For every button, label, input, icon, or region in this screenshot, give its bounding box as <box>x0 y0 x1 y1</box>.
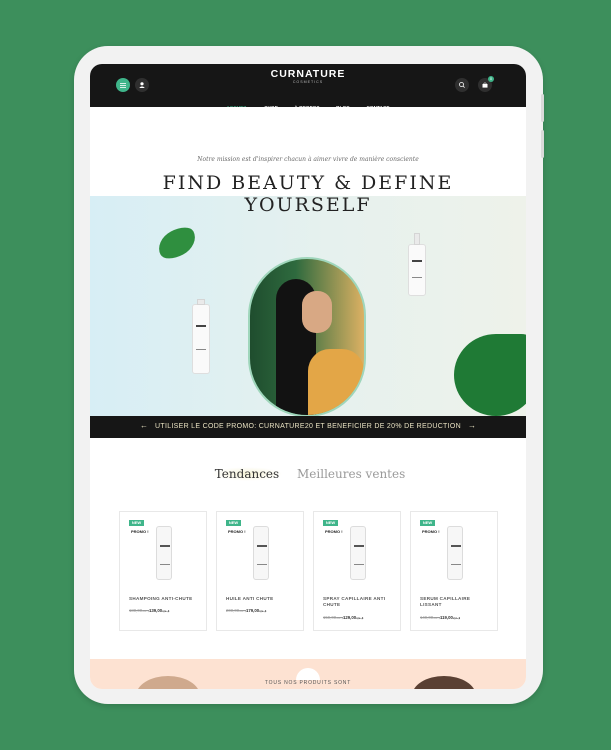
product-old-price: 200,00د.ت <box>226 608 247 613</box>
search-icon[interactable] <box>455 78 469 92</box>
product-old-price: 159,00د.ت <box>323 615 344 620</box>
new-badge: NEW <box>129 520 144 526</box>
product-card[interactable]: NEW PROMO ! SERUM CAPILLAIRE LISSANT 149… <box>410 511 498 631</box>
promo-text: UTILISER LE CODE PROMO: CURNATURE20 ET B… <box>155 423 461 430</box>
bottle-label <box>196 325 206 350</box>
promo-bar: ← UTILISER LE CODE PROMO: CURNATURE20 ET… <box>90 416 526 438</box>
hero-title-line2: YOURSELF <box>244 194 372 216</box>
search-icon-glyph <box>459 82 465 88</box>
tablet-side-button <box>541 94 544 122</box>
new-badge: NEW <box>323 520 338 526</box>
product-name[interactable]: SPRAY CAPILLAIRE ANTI CHUTE <box>323 596 395 608</box>
hero-product-bottle-right <box>408 233 426 296</box>
tab-meilleures-ventes[interactable]: Meilleures ventes <box>297 467 405 481</box>
menu-icon-glyph <box>120 83 126 88</box>
hero-title-line1: FIND BEAUTY & DEFINE <box>162 172 454 194</box>
tablet-side-button <box>541 130 544 158</box>
tab-tendances[interactable]: Tendances <box>210 467 284 481</box>
values-heading: TOUS NOS PRODUITS SONT <box>264 680 352 686</box>
promo-next-arrow-icon[interactable]: → <box>468 421 476 430</box>
product-name[interactable]: HUILE ANTI CHUTE <box>226 596 298 602</box>
user-icon-glyph <box>139 82 145 88</box>
promo-badge: PROMO ! <box>131 529 149 534</box>
product-image[interactable] <box>156 526 172 580</box>
product-image[interactable] <box>350 526 366 580</box>
product-label <box>354 545 364 565</box>
product-name[interactable]: SHAMPOING ANTI-CHUTE <box>129 596 201 602</box>
new-badge: NEW <box>420 520 435 526</box>
hero-model-image <box>248 257 366 417</box>
product-tabs: Tendances Meilleures ventes <box>90 467 526 481</box>
product-card[interactable]: NEW PROMO ! HUILE ANTI CHUTE 200,00د.ت 1… <box>216 511 304 631</box>
product-name[interactable]: SERUM CAPILLAIRE LISSANT <box>420 596 492 608</box>
product-price: 129,00د.ت <box>343 615 364 620</box>
menu-icon[interactable] <box>116 78 130 92</box>
new-badge: NEW <box>226 520 241 526</box>
mission-statement: Notre mission est d'inspirer chacun à ai… <box>197 156 419 163</box>
promo-badge: PROMO ! <box>325 529 343 534</box>
model-face <box>302 291 332 333</box>
product-price: 179,00د.ت <box>246 608 267 613</box>
bottle-cap <box>414 233 420 245</box>
product-card[interactable]: NEW PROMO ! SPRAY CAPILLAIRE ANTI CHUTE … <box>313 511 401 631</box>
promo-badge: PROMO ! <box>228 529 246 534</box>
bottle-cap <box>197 299 205 305</box>
product-card[interactable]: NEW PROMO ! SHAMPOING ANTI-CHUTE 180,00د… <box>119 511 207 631</box>
promo-badge: PROMO ! <box>422 529 440 534</box>
product-old-price: 180,00د.ت <box>129 608 150 613</box>
product-image[interactable] <box>253 526 269 580</box>
hero-title: FIND BEAUTY & DEFINE YOURSELF <box>133 172 483 216</box>
product-image[interactable] <box>447 526 463 580</box>
product-label <box>257 545 267 565</box>
product-price: 139,00د.ت <box>149 608 170 613</box>
product-label <box>160 545 170 565</box>
bottle-label <box>412 260 422 278</box>
hero-product-bottle-left <box>192 299 210 374</box>
tablet-screen: CURNATURE COSMETICS 0 Notre mission est … <box>90 64 526 689</box>
site-header: CURNATURE COSMETICS 0 <box>90 64 526 110</box>
product-old-price: 149,00د.ت <box>420 615 441 620</box>
product-label <box>451 545 461 565</box>
product-price: 119,00د.ت <box>440 615 461 620</box>
user-icon[interactable] <box>135 78 149 92</box>
cart-count-badge: 0 <box>488 76 494 82</box>
model-top <box>308 349 364 415</box>
